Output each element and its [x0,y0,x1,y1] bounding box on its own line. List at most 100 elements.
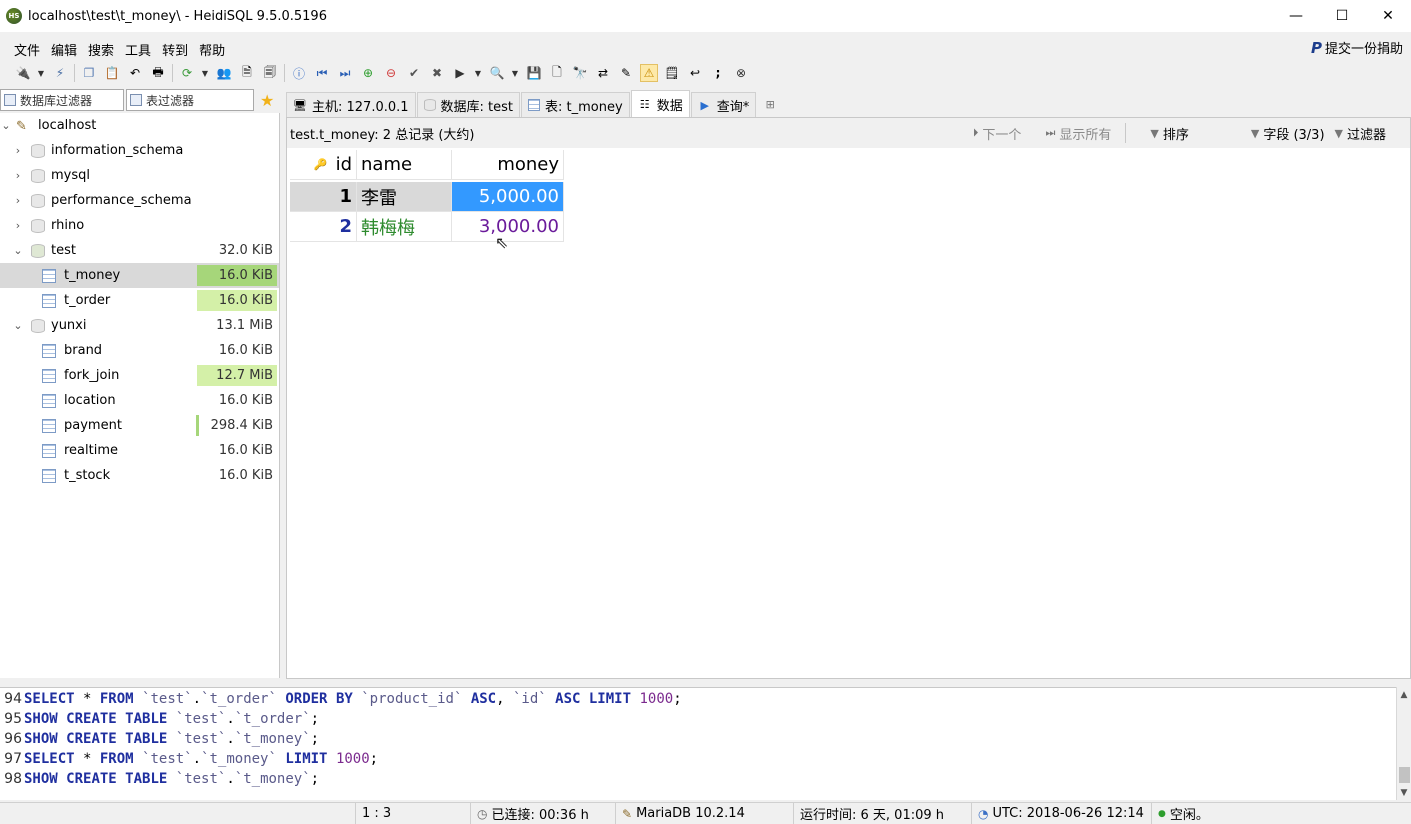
menu-search[interactable]: 搜索 [88,40,114,59]
semicolon-icon[interactable]: ; [709,64,727,82]
save-as-icon[interactable]: 🗋 [548,64,566,82]
execute-dropdown-icon[interactable]: ▼ [474,64,482,82]
cell-money[interactable]: 5,000.00 [452,182,564,212]
tab-table[interactable]: 表: t_money [521,92,630,117]
tree-node-table[interactable]: brand 16.0 KiB [0,338,279,363]
cancel-icon[interactable]: ✖ [428,64,446,82]
session-dropdown-icon[interactable]: ▼ [37,64,45,82]
undo-icon[interactable]: ↶ [126,64,144,82]
expand-arrow-icon[interactable]: › [12,194,24,207]
user-manager-icon[interactable]: 👥 [215,64,233,82]
tree-node-table[interactable]: fork_join 12.7 MiB [0,363,279,388]
tree-node-table[interactable]: location 16.0 KiB [0,388,279,413]
uptime-text: 运行时间: 6 天, 01:09 h [800,808,945,823]
export-icon[interactable]: 🗎 [238,64,256,82]
filter-button[interactable]: ▼ 过滤器 [1335,124,1386,143]
execute-icon[interactable]: ▶ [451,64,469,82]
sql-log[interactable]: 94 SELECT * FROM `test`.`t_order` ORDER B… [0,687,1396,800]
table-size: 16.0 KiB [218,393,273,408]
tree-node-table[interactable]: t_order 16.0 KiB [0,288,279,313]
tab-query[interactable]: ▶ 查询* [690,92,757,117]
menu-tools[interactable]: 工具 [125,40,151,59]
delete-record-icon[interactable]: ⊖ [382,64,400,82]
replace-icon[interactable]: ⇄ [594,64,612,82]
tree-node-db[interactable]: › performance_schema [0,188,279,213]
cell-name[interactable]: 李雷 [357,182,452,212]
explain-dropdown-icon[interactable]: ▼ [511,64,519,82]
donate-button[interactable]: P 提交一份捐助 [1311,38,1403,58]
tab-data[interactable]: ☷ 数据 [630,90,690,117]
save-icon[interactable]: 💾 [525,64,543,82]
import-icon[interactable]: 🗐 [261,64,279,82]
sort-button[interactable]: ▼ 排序 [1150,124,1188,143]
grid-header-row: 🔑 id name money [290,150,564,180]
table-filter-input[interactable]: 表过滤器 [126,89,254,111]
tab-database[interactable]: 数据库: test [416,92,521,117]
refresh-icon[interactable]: ⟳ [178,64,196,82]
cell-id[interactable]: 1 [290,182,357,212]
last-record-icon[interactable]: ⏭ [336,64,354,82]
menu-edit[interactable]: 编辑 [51,40,77,59]
menu-goto[interactable]: 转到 [162,40,188,59]
menu-file[interactable]: 文件 [14,40,40,59]
menu-bar: 文件 编辑 搜索 工具 转到 帮助 [0,38,1411,60]
favorites-star-icon[interactable]: ★ [260,91,274,110]
next-button[interactable]: ⏵ 下一个 [973,124,1022,143]
tree-node-table[interactable]: realtime 16.0 KiB [0,438,279,463]
tree-node-db-yunxi[interactable]: ⌄ yunxi 13.1 MiB [0,313,279,338]
collapse-arrow-icon[interactable]: ⌄ [12,244,24,257]
sql-log-line: 94 SELECT * FROM `test`.`t_order` ORDER B… [0,689,681,709]
expand-arrow-icon[interactable]: › [12,144,24,157]
wrap-icon[interactable]: ↩ [686,64,704,82]
post-icon[interactable]: ✔ [405,64,423,82]
disconnect-icon[interactable]: ⚡ [51,64,69,82]
show-all-button[interactable]: ⏭ 显示所有 [1045,124,1111,143]
edit-icon[interactable]: ✎ [617,64,635,82]
copy-icon[interactable]: ❐ [80,64,98,82]
scroll-up-icon[interactable]: ▲ [1397,687,1411,702]
warning-icon[interactable]: ⚠ [640,64,658,82]
minimize-button[interactable]: — [1273,0,1319,32]
expand-arrow-icon[interactable]: › [12,169,24,182]
fields-button[interactable]: ▼ 字段 (3/3) [1251,124,1325,143]
session-manager-icon[interactable]: 🔌 [14,64,32,82]
help-icon[interactable]: ⓘ [290,64,308,82]
database-filter-input[interactable]: 数据库过滤器 [0,89,124,111]
find-icon[interactable]: 🔭 [571,64,589,82]
scroll-down-icon[interactable]: ▼ [1397,785,1411,800]
collapse-arrow-icon[interactable]: ⌄ [0,119,12,132]
cell-id[interactable]: 2 [290,212,357,242]
cell-name[interactable]: 韩梅梅 [357,212,452,242]
scroll-thumb[interactable] [1399,767,1410,783]
menu-help[interactable]: 帮助 [199,40,225,59]
table-row[interactable]: 2 韩梅梅 3,000.00 [290,212,564,242]
tree-node-db-test[interactable]: ⌄ test 32.0 KiB [0,238,279,263]
maximize-button[interactable]: ☐ [1319,0,1365,32]
log-icon[interactable]: 🗒 [663,64,681,82]
paste-icon[interactable]: 📋 [103,64,121,82]
tree-node-table-t-money[interactable]: t_money 16.0 KiB [0,263,279,288]
column-header-money[interactable]: money [452,150,564,180]
tree-node-db[interactable]: › mysql [0,163,279,188]
tree-node-db[interactable]: › rhino [0,213,279,238]
tree-node-localhost[interactable]: ⌄ ✎ localhost [0,113,279,138]
tab-host[interactable]: 🖥 主机: 127.0.0.1 [286,92,416,117]
column-header-id[interactable]: 🔑 id [290,150,357,180]
expand-arrow-icon[interactable]: › [12,219,24,232]
explain-icon[interactable]: 🔍 [488,64,506,82]
tree-node-table[interactable]: t_stock 16.0 KiB [0,463,279,488]
first-record-icon[interactable]: ⏮ [313,64,331,82]
column-header-name[interactable]: name [357,150,452,180]
collapse-arrow-icon[interactable]: ⌄ [12,319,24,332]
close-button[interactable]: ✕ [1365,0,1411,32]
refresh-dropdown-icon[interactable]: ▼ [201,64,209,82]
sql-log-scrollbar[interactable]: ▲ ▼ [1396,687,1411,800]
tree-node-table[interactable]: payment 298.4 KiB [0,413,279,438]
tree-label: localhost [38,118,97,133]
new-query-tab-button[interactable]: ⊞ [757,92,788,117]
print-icon[interactable]: 🖶 [149,64,167,82]
tree-node-db[interactable]: › information_schema [0,138,279,163]
stop-icon[interactable]: ⊗ [732,64,750,82]
insert-record-icon[interactable]: ⊕ [359,64,377,82]
table-row[interactable]: 1 李雷 5,000.00 [290,182,564,212]
